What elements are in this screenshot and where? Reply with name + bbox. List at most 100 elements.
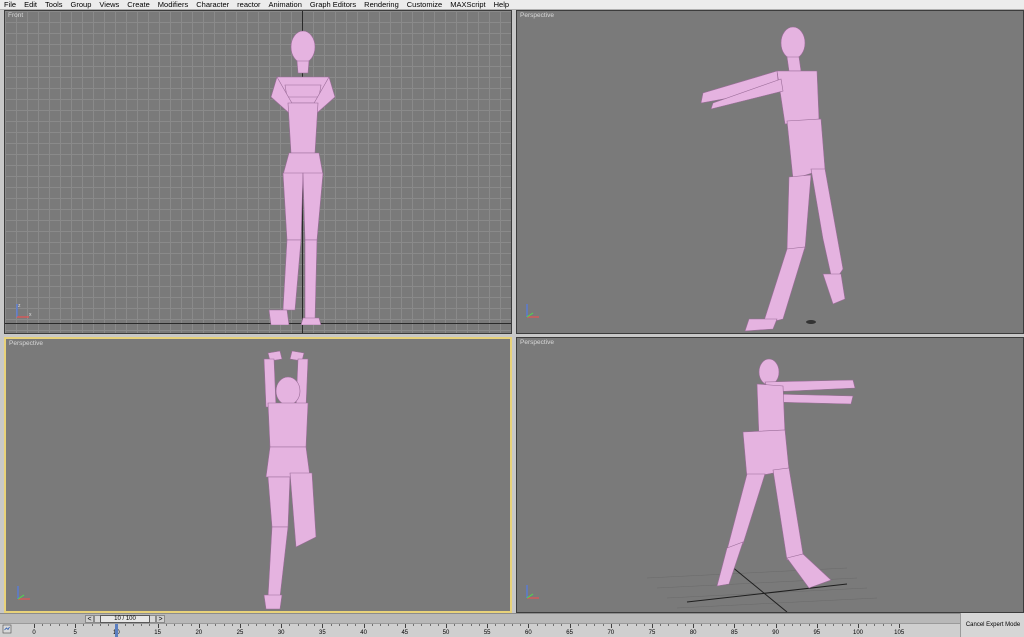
viewport-grid: [5, 11, 511, 333]
ruler-minor-tick: [305, 624, 307, 626]
ruler-major-tick: [198, 624, 200, 628]
viewport-label[interactable]: Perspective: [520, 339, 554, 347]
ruler-minor-tick: [800, 624, 802, 626]
ruler-minor-tick: [256, 624, 258, 626]
ruler-minor-tick: [165, 624, 167, 626]
ruler-minor-tick: [132, 624, 134, 626]
ruler-minor-tick: [289, 624, 291, 626]
axis-tripod-icon: [526, 585, 539, 599]
ruler-minor-tick: [478, 624, 480, 626]
ruler-label: 95: [813, 630, 821, 636]
prev-frame-button[interactable]: <: [85, 615, 94, 623]
ruler-minor-tick: [50, 624, 52, 626]
timeline-ruler[interactable]: 0510152025303540455055606570758085909510…: [0, 623, 960, 637]
ruler-minor-tick: [668, 624, 670, 626]
figure-front[interactable]: [263, 25, 343, 325]
axis-tripod-icon: [526, 304, 539, 318]
ruler-label: 5: [73, 630, 77, 636]
app-window: File Edit Tools Group Views Create Modif…: [0, 0, 1024, 637]
ruler-minor-tick: [553, 624, 555, 626]
ruler-label: 35: [319, 630, 326, 636]
time-slider-thumb[interactable]: 10 / 100: [100, 615, 150, 623]
ruler-label: 30: [277, 630, 285, 636]
ruler-label: 15: [154, 630, 161, 636]
ruler-major-tick: [75, 624, 77, 628]
figure-pose-reaching[interactable]: [703, 354, 863, 594]
ruler-minor-tick: [676, 624, 678, 626]
ruler-minor-tick: [297, 624, 299, 626]
ruler-minor-tick: [380, 624, 382, 626]
menu-graph-editors[interactable]: Graph Editors: [310, 0, 356, 10]
ruler-minor-tick: [421, 624, 423, 626]
ruler-minor-tick: [511, 624, 513, 626]
ruler-minor-tick: [454, 624, 456, 626]
ruler-minor-tick: [248, 624, 250, 626]
ruler-minor-tick: [272, 624, 274, 626]
ruler-label: 0: [32, 630, 36, 636]
menu-maxscript[interactable]: MAXScript: [450, 0, 485, 10]
menu-views[interactable]: Views: [99, 0, 119, 10]
ruler-minor-tick: [330, 624, 332, 626]
ruler-label: 40: [360, 630, 367, 636]
menu-file[interactable]: File: [4, 0, 16, 10]
menu-modifiers[interactable]: Modifiers: [158, 0, 188, 10]
figure-pose-arms-forward[interactable]: [693, 19, 853, 334]
ruler-minor-tick: [635, 624, 637, 626]
ruler-minor-tick: [66, 624, 68, 626]
viewport-label[interactable]: Front: [8, 12, 23, 20]
ruler-label: 70: [607, 630, 615, 636]
menu-create[interactable]: Create: [127, 0, 150, 10]
ruler-minor-tick: [99, 624, 101, 626]
svg-text:x: x: [29, 312, 32, 318]
cancel-expert-mode-button[interactable]: Cancel Expert Mode: [963, 619, 1023, 631]
ruler-minor-tick: [742, 624, 744, 626]
ruler-minor-tick: [808, 624, 810, 626]
ruler-minor-tick: [347, 624, 349, 626]
ruler-major-tick: [281, 624, 283, 628]
ruler-minor-tick: [717, 624, 719, 626]
ruler-minor-tick: [470, 624, 472, 626]
menu-reactor[interactable]: reactor: [237, 0, 260, 10]
ruler-major-tick: [775, 624, 777, 628]
ruler-major-tick: [693, 624, 695, 628]
ruler-minor-tick: [215, 624, 217, 626]
viewport-front[interactable]: Front z x: [4, 10, 512, 334]
menu-help[interactable]: Help: [494, 0, 509, 10]
ruler-minor-tick: [536, 624, 538, 626]
ruler-minor-tick: [413, 624, 415, 626]
ruler-minor-tick: [437, 624, 439, 626]
menu-group[interactable]: Group: [71, 0, 92, 10]
next-frame-button[interactable]: >: [156, 615, 165, 623]
keyframe-icon[interactable]: [2, 624, 12, 634]
ruler-major-tick: [157, 624, 159, 628]
ruler-minor-tick: [231, 624, 233, 626]
viewport-label[interactable]: Perspective: [520, 12, 554, 20]
figure-pose-arms-up[interactable]: [246, 347, 326, 611]
ruler-minor-tick: [503, 624, 505, 626]
viewport-perspective-top-right[interactable]: Perspective: [516, 10, 1024, 334]
ruler-minor-tick: [849, 624, 851, 626]
menu-tools[interactable]: Tools: [45, 0, 63, 10]
ruler-minor-tick: [561, 624, 563, 626]
viewport-perspective-bottom-left[interactable]: Perspective: [4, 337, 512, 613]
ruler-label: 100: [852, 630, 864, 636]
ruler-major-tick: [734, 624, 736, 628]
ruler-minor-tick: [841, 624, 843, 626]
ruler-minor-tick: [42, 624, 44, 626]
ruler-minor-tick: [371, 624, 373, 626]
ruler-minor-tick: [174, 624, 176, 626]
menu-animation[interactable]: Animation: [269, 0, 302, 10]
menu-character[interactable]: Character: [196, 0, 229, 10]
viewport-label[interactable]: Perspective: [9, 340, 43, 348]
menu-edit[interactable]: Edit: [24, 0, 37, 10]
ruler-minor-tick: [709, 624, 711, 626]
ruler-minor-tick: [264, 624, 266, 626]
menu-rendering[interactable]: Rendering: [364, 0, 399, 10]
menu-customize[interactable]: Customize: [407, 0, 442, 10]
ruler-minor-tick: [182, 624, 184, 626]
ruler-major-tick: [652, 624, 653, 628]
ruler-major-tick: [816, 624, 818, 628]
viewport-perspective-bottom-right[interactable]: Perspective: [516, 337, 1024, 613]
ruler-minor-tick: [767, 624, 769, 626]
ruler-minor-tick: [627, 624, 629, 626]
